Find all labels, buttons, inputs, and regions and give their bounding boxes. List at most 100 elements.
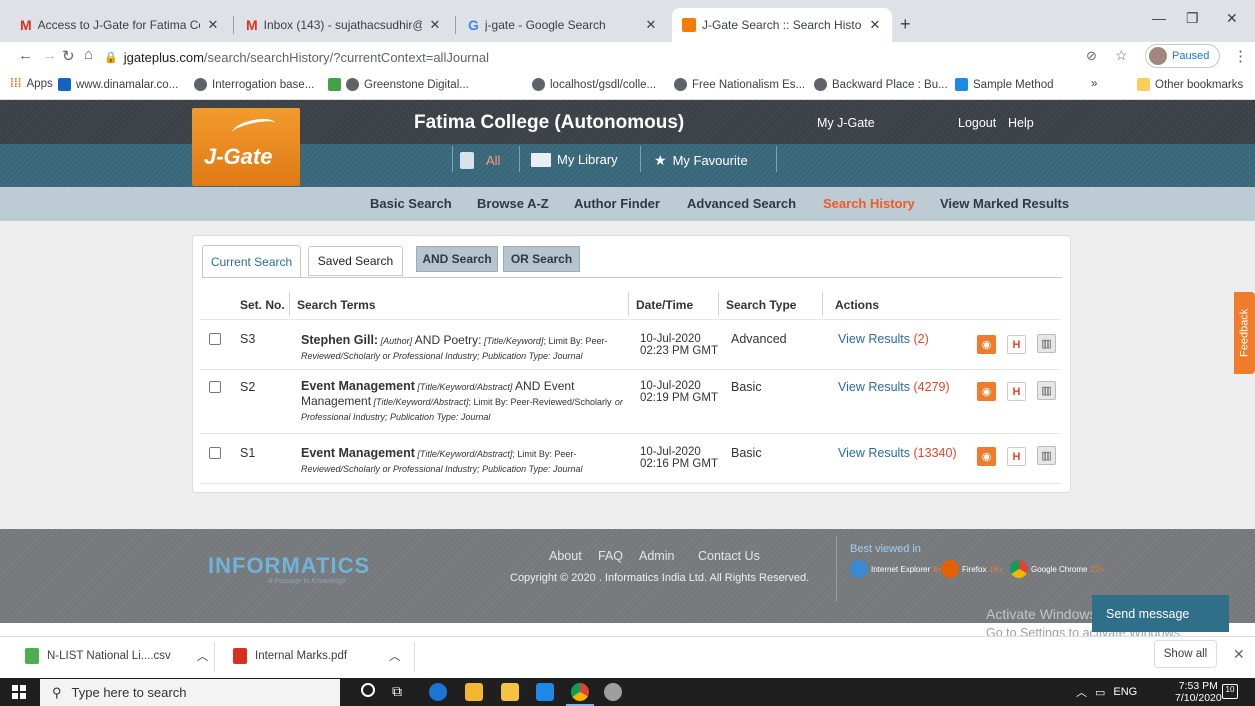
- bookmark-item[interactable]: Interrogation base...: [194, 78, 314, 91]
- view-results-link[interactable]: View Results (13340): [838, 446, 957, 460]
- informatics-tagline: A Passage to Knowledge: [268, 578, 346, 585]
- help-link[interactable]: Help: [1008, 116, 1034, 130]
- bookmark-item[interactable]: Sample Method: [955, 78, 1054, 91]
- subnav-view-marked-results[interactable]: View Marked Results: [940, 196, 1069, 211]
- nav-my-favourite[interactable]: ★ My Favourite: [654, 152, 748, 169]
- cortana-icon[interactable]: [361, 683, 375, 697]
- or-search-button[interactable]: OR Search: [503, 246, 580, 272]
- set-number: S3: [240, 332, 256, 346]
- row-checkbox[interactable]: [209, 447, 221, 459]
- file-explorer-icon[interactable]: [501, 683, 519, 701]
- browser-tab-1[interactable]: M Access to J-Gate for Fatima Colle ✕: [10, 8, 230, 42]
- my-jgate-link[interactable]: My J-Gate: [817, 116, 875, 130]
- edge-icon[interactable]: [429, 683, 447, 701]
- rss-icon[interactable]: ◉: [977, 382, 996, 401]
- chevron-up-icon[interactable]: ︿: [389, 648, 401, 664]
- network-icon[interactable]: ▭: [1095, 686, 1105, 699]
- row-checkbox[interactable]: [209, 381, 221, 393]
- save-icon[interactable]: H: [1007, 447, 1026, 466]
- rss-icon[interactable]: ◉: [977, 335, 996, 354]
- minimize-icon[interactable]: —: [1152, 10, 1166, 26]
- logout-link[interactable]: Logout: [958, 116, 996, 130]
- reload-icon[interactable]: ↻: [62, 47, 75, 65]
- store-icon[interactable]: [465, 683, 483, 701]
- bookmark-item[interactable]: Greenstone Digital...: [328, 78, 469, 91]
- close-downloads-icon[interactable]: ✕: [1233, 646, 1245, 663]
- tracking-icon[interactable]: ⊘: [1086, 48, 1097, 64]
- nav-all[interactable]: All: [460, 152, 500, 169]
- browser-tab-4-active[interactable]: J-Gate Search :: Search History ✕: [672, 8, 892, 42]
- trash-icon[interactable]: ▥: [1037, 446, 1056, 465]
- subnav-browse-az[interactable]: Browse A-Z: [477, 196, 549, 211]
- download-item[interactable]: N-LIST National Li....csv ︿: [25, 648, 208, 664]
- mail-icon[interactable]: [536, 683, 554, 701]
- restore-icon[interactable]: ❐: [1186, 10, 1199, 27]
- col-separator: [628, 292, 629, 316]
- more-bookmarks-icon[interactable]: »: [1091, 78, 1097, 90]
- col-search-terms: Search Terms: [297, 298, 376, 312]
- notification-icon[interactable]: 10: [1222, 684, 1238, 699]
- show-all-button[interactable]: Show all: [1154, 640, 1217, 668]
- nav-my-library[interactable]: My Library: [531, 152, 618, 167]
- save-icon[interactable]: H: [1007, 382, 1026, 401]
- footer-link-contact[interactable]: Contact Us: [698, 549, 760, 563]
- trash-icon[interactable]: ▥: [1037, 381, 1056, 400]
- close-tab-icon[interactable]: ✕: [644, 17, 658, 33]
- task-view-icon[interactable]: ⧉: [392, 683, 402, 700]
- chevron-up-icon[interactable]: ︿: [1076, 684, 1087, 700]
- footer-link-faq[interactable]: FAQ: [598, 549, 623, 563]
- bookmark-item[interactable]: Free Nationalism Es...: [674, 78, 805, 91]
- jgate-logo[interactable]: J-Gate: [192, 108, 300, 186]
- subnav-basic-search[interactable]: Basic Search: [370, 196, 452, 211]
- tab-saved-search[interactable]: Saved Search: [308, 246, 403, 276]
- taskbar-search-input[interactable]: ⚲ Type here to search: [40, 679, 340, 706]
- windows-start-icon[interactable]: [12, 685, 26, 699]
- close-window-icon[interactable]: ✕: [1226, 10, 1238, 27]
- view-results-link[interactable]: View Results (2): [838, 332, 929, 346]
- close-tab-icon[interactable]: ✕: [206, 17, 220, 33]
- and-search-button[interactable]: AND Search: [416, 246, 498, 272]
- rss-icon[interactable]: ◉: [977, 447, 996, 466]
- footer-link-about[interactable]: About: [549, 549, 582, 563]
- other-bookmarks[interactable]: Other bookmarks: [1137, 78, 1243, 91]
- star-icon[interactable]: ☆: [1115, 47, 1128, 64]
- back-arrow-icon[interactable]: ←: [18, 47, 33, 64]
- trash-icon[interactable]: ▥: [1037, 334, 1056, 353]
- feedback-tab[interactable]: Feedback: [1234, 292, 1255, 374]
- col-separator: [822, 292, 823, 316]
- footer-link-admin[interactable]: Admin: [639, 549, 674, 563]
- view-results-link[interactable]: View Results (4279): [838, 380, 950, 394]
- subnav-advanced-search[interactable]: Advanced Search: [687, 196, 796, 211]
- firefox-icon: [941, 560, 959, 578]
- chevron-up-icon[interactable]: ︿: [197, 648, 209, 664]
- save-icon[interactable]: H: [1007, 335, 1026, 354]
- download-item[interactable]: Internal Marks.pdf ︿: [233, 648, 401, 664]
- chrome-icon[interactable]: [571, 683, 589, 701]
- close-tab-icon[interactable]: ✕: [428, 17, 442, 33]
- subnav-search-history[interactable]: Search History: [823, 196, 915, 211]
- bookmark-item[interactable]: localhost/gsdl/colle...: [532, 78, 656, 91]
- browser-tab-2[interactable]: MInbox (143) - sujathacsudhir@gm✕: [236, 8, 452, 42]
- new-tab-button[interactable]: +: [900, 14, 911, 35]
- menu-kebab-icon[interactable]: ⋮: [1233, 47, 1248, 65]
- home-icon[interactable]: ⌂: [84, 46, 93, 63]
- send-message-button[interactable]: Send message: [1092, 595, 1229, 632]
- row-checkbox[interactable]: [209, 333, 221, 345]
- address-bar[interactable]: 🔒 jgateplus.com/search/searchHistory/?cu…: [104, 46, 1104, 68]
- jgate-icon: [682, 18, 696, 32]
- subnav-author-finder[interactable]: Author Finder: [574, 196, 660, 211]
- bookmark-item[interactable]: www.dinamalar.co...: [58, 78, 178, 91]
- browser-tab-3[interactable]: Gj-gate - Google Search ✕: [458, 8, 668, 42]
- bookmark-item[interactable]: Backward Place : Bu...: [814, 78, 948, 91]
- informatics-logo: INFORMATICS: [208, 553, 371, 578]
- forward-arrow-icon[interactable]: →: [42, 47, 57, 64]
- tab-current-search[interactable]: Current Search: [202, 245, 301, 277]
- chrome-icon: [1010, 560, 1028, 578]
- footer-separator: [836, 536, 837, 602]
- bookmark-apps[interactable]: ⁞⁞⁞ Apps: [10, 78, 53, 90]
- clock[interactable]: 7:53 PM 7/10/2020: [1175, 680, 1222, 704]
- col-date-time: Date/Time: [636, 298, 694, 312]
- paint-icon[interactable]: [604, 683, 622, 701]
- profile-button[interactable]: Paused: [1145, 44, 1220, 68]
- close-tab-icon[interactable]: ✕: [868, 17, 882, 33]
